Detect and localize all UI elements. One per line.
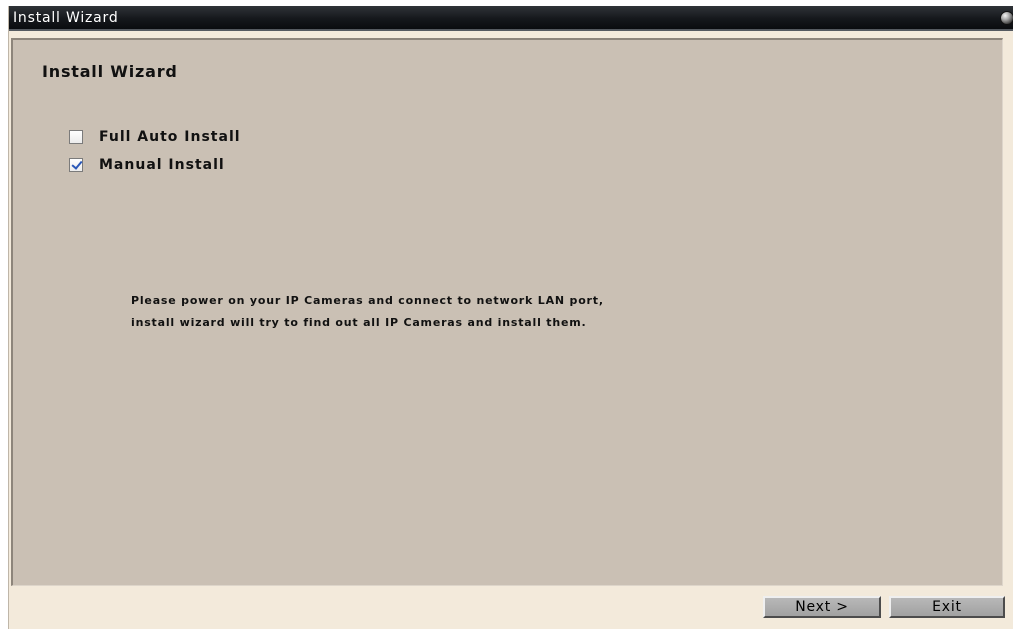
- window-title: Install Wizard: [13, 10, 119, 26]
- title-bar: Install Wizard: [9, 6, 1013, 31]
- full-auto-install-label: Full Auto Install: [99, 129, 241, 145]
- instruction-line-1: Please power on your IP Cameras and conn…: [131, 294, 604, 307]
- option-manual-install[interactable]: Manual Install: [69, 156, 225, 174]
- panel-heading: Install Wizard: [42, 62, 178, 81]
- orb-icon: [1000, 11, 1013, 25]
- manual-install-label: Manual Install: [99, 157, 225, 173]
- install-wizard-window: Install Wizard Install Wizard Full Auto …: [8, 6, 1013, 629]
- wizard-panel: Install Wizard Full Auto Install Manual …: [11, 38, 1003, 586]
- manual-install-checkbox[interactable]: [69, 158, 83, 172]
- option-full-auto-install[interactable]: Full Auto Install: [69, 128, 241, 146]
- next-button[interactable]: Next >: [763, 596, 881, 618]
- exit-button[interactable]: Exit: [889, 596, 1005, 618]
- full-auto-install-checkbox[interactable]: [69, 130, 83, 144]
- instruction-message: Please power on your IP Cameras and conn…: [131, 290, 604, 334]
- instruction-line-2: install wizard will try to find out all …: [131, 316, 587, 329]
